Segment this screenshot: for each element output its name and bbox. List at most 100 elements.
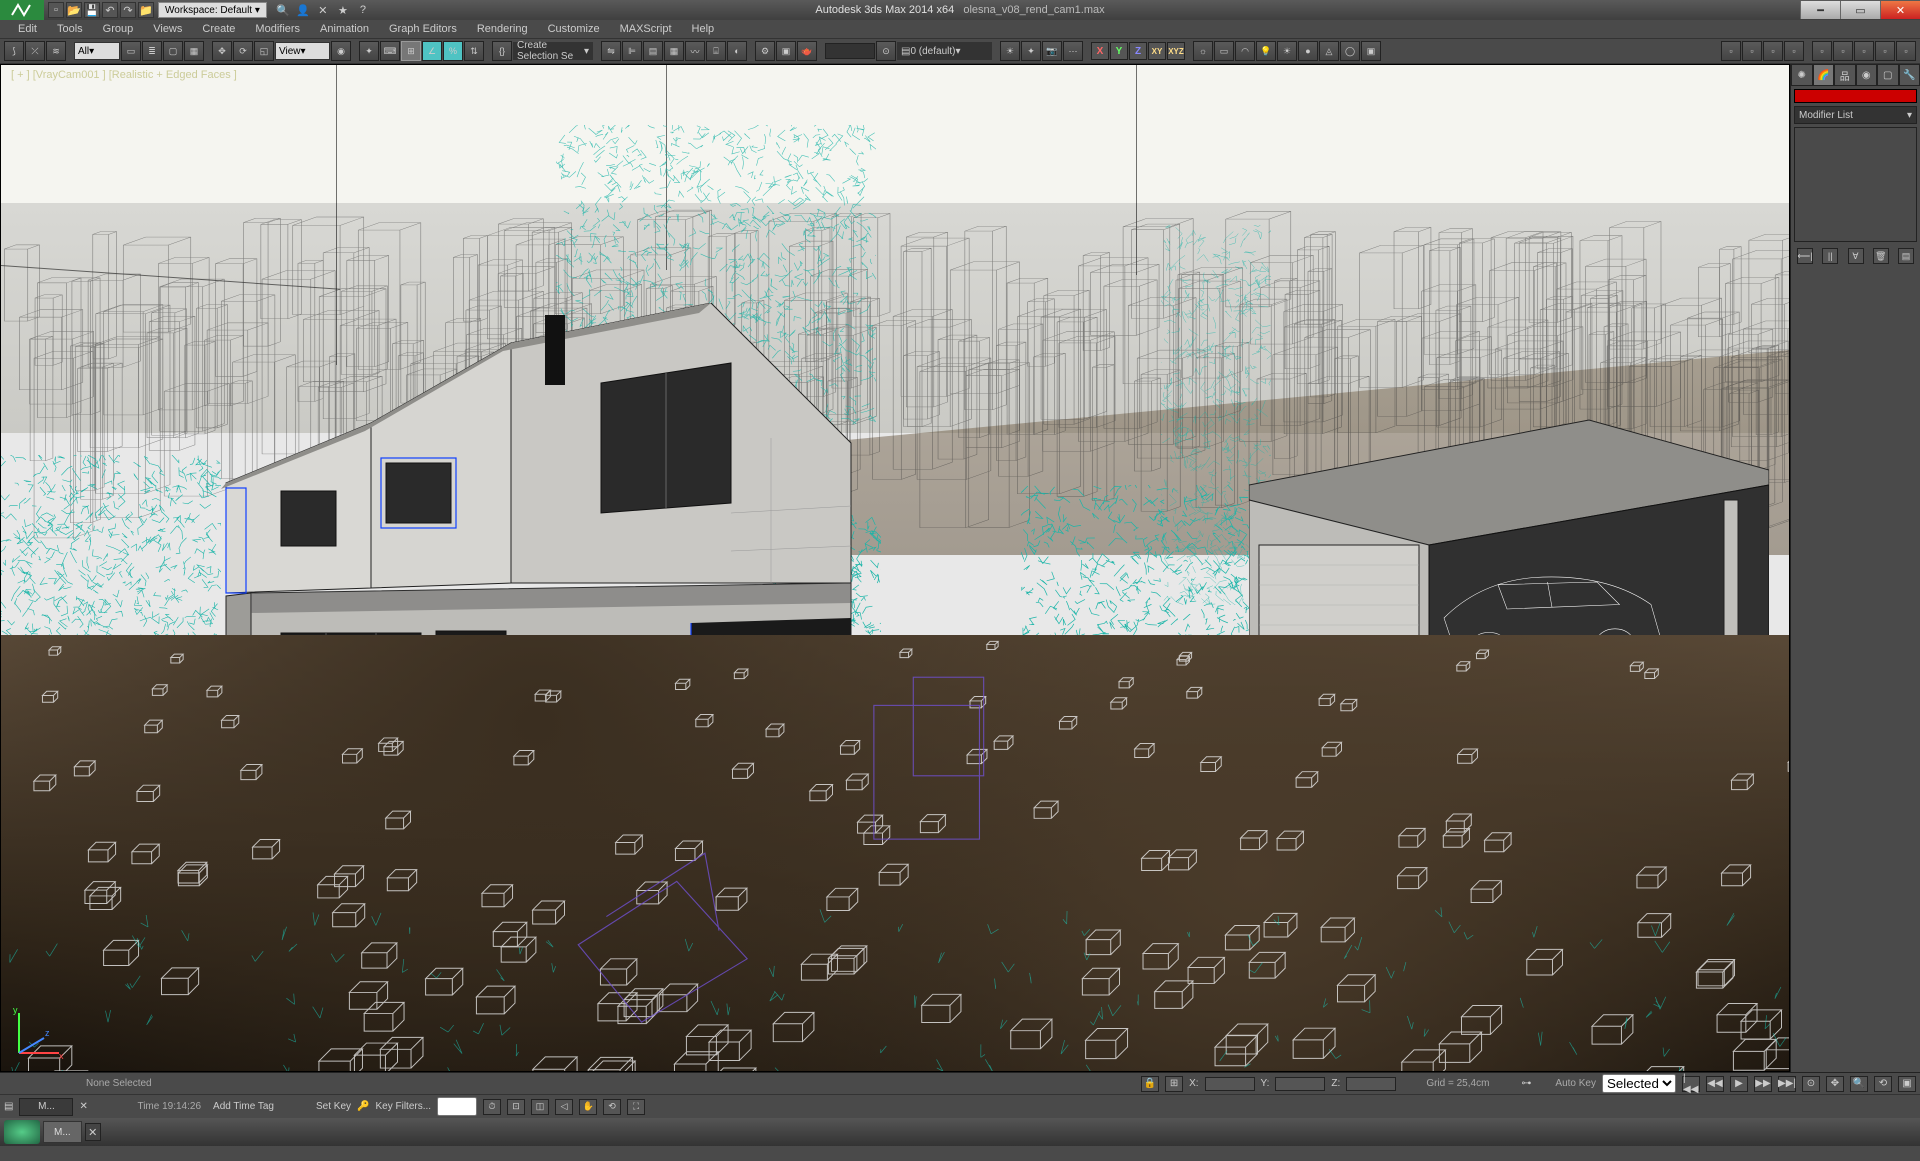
autokey-label[interactable]: Auto Key xyxy=(1555,1078,1596,1089)
vray-light-icon[interactable]: ☼ xyxy=(1193,41,1213,61)
edit-named-sel-icon[interactable]: {} xyxy=(492,41,512,61)
workspace-selector[interactable]: Workspace: Default ▾ xyxy=(158,2,267,18)
modify-tab-icon[interactable]: 🌈 xyxy=(1813,64,1835,86)
extra-4-icon[interactable]: ▫ xyxy=(1784,41,1804,61)
display-tab-icon[interactable]: ▢ xyxy=(1877,64,1899,86)
snapshot-icon[interactable]: 📷 xyxy=(1042,41,1062,61)
close-button[interactable]: ✕ xyxy=(1880,1,1920,19)
axis-xyz-button[interactable]: XYZ xyxy=(1167,42,1185,60)
extra-5-icon[interactable]: ▫ xyxy=(1812,41,1832,61)
nav-zoom-icon[interactable]: 🔍 xyxy=(1850,1076,1868,1092)
key-mode-select[interactable]: Selected xyxy=(1602,1074,1676,1093)
layer-combo[interactable]: ▤ 0 (default) ▾ xyxy=(897,42,992,60)
taskbar-close-icon[interactable]: ✕ xyxy=(85,1123,101,1141)
zoom-all-icon[interactable]: ◫ xyxy=(531,1099,549,1115)
configure-sets-icon[interactable]: ▤ xyxy=(1898,248,1914,264)
script-listener-tab[interactable]: M... xyxy=(19,1098,73,1116)
remove-modifier-icon[interactable]: 🗑 xyxy=(1873,248,1889,264)
taskbar-3dsmax[interactable]: M... xyxy=(43,1121,82,1143)
vray-sun-icon[interactable]: ☀ xyxy=(1277,41,1297,61)
unlink-icon[interactable]: ⤫ xyxy=(25,41,45,61)
window-crossing-icon[interactable]: ▦ xyxy=(184,41,204,61)
menu-customize[interactable]: Customize xyxy=(538,21,610,37)
project-folder-icon[interactable]: 📁 xyxy=(138,2,154,18)
spacing-tool-icon[interactable]: ⋯ xyxy=(1063,41,1083,61)
use-pivot-icon[interactable]: ◉ xyxy=(331,41,351,61)
menu-maxscript[interactable]: MAXScript xyxy=(610,21,682,37)
utilities-tab-icon[interactable]: 🔧 xyxy=(1899,64,1920,86)
curve-editor-icon[interactable]: 〰 xyxy=(685,41,705,61)
keyboard-shortcut-icon[interactable]: ⌨ xyxy=(380,41,400,61)
rendered-frame-icon[interactable]: ▣ xyxy=(776,41,796,61)
vray-mesh-icon[interactable]: ◬ xyxy=(1319,41,1339,61)
help-icon[interactable]: ? xyxy=(355,2,371,18)
show-end-result-icon[interactable]: || xyxy=(1822,248,1838,264)
menu-animation[interactable]: Animation xyxy=(310,21,379,37)
create-tab-icon[interactable]: ✺ xyxy=(1791,64,1813,86)
goto-start-icon[interactable]: |◀◀ xyxy=(1682,1076,1700,1092)
select-by-name-icon[interactable]: ≣ xyxy=(142,41,162,61)
motion-tab-icon[interactable]: ◉ xyxy=(1856,64,1878,86)
undo-icon[interactable]: ↶ xyxy=(102,2,118,18)
vray-sphere-icon[interactable]: ● xyxy=(1298,41,1318,61)
refcoord-combo[interactable]: View ▾ xyxy=(275,42,330,60)
render-setup-icon[interactable]: ⚙ xyxy=(755,41,775,61)
vray-proxy-icon[interactable]: ▣ xyxy=(1361,41,1381,61)
next-frame-icon[interactable]: ▶▶ xyxy=(1754,1076,1772,1092)
vray-ambient-icon[interactable]: ◯ xyxy=(1340,41,1360,61)
app-menu-button[interactable] xyxy=(0,0,44,20)
axis-y-button[interactable]: Y xyxy=(1110,42,1128,60)
search-icon[interactable]: 🔍 xyxy=(275,2,291,18)
extra-8-icon[interactable]: ▫ xyxy=(1875,41,1895,61)
menu-tools[interactable]: Tools xyxy=(47,21,93,37)
object-color-swatch[interactable] xyxy=(1794,89,1917,103)
rectangular-region-icon[interactable]: ▢ xyxy=(163,41,183,61)
viewport-label[interactable]: [ + ] [VrayCam001 ] [Realistic + Edged F… xyxy=(11,69,237,81)
axis-xy-button[interactable]: XY xyxy=(1148,42,1166,60)
extra-6-icon[interactable]: ▫ xyxy=(1833,41,1853,61)
nav-pan-icon[interactable]: ✥ xyxy=(1826,1076,1844,1092)
comm-center-icon[interactable]: ⊶ xyxy=(1521,1078,1531,1089)
save-file-icon[interactable]: 💾 xyxy=(84,2,100,18)
menu-create[interactable]: Create xyxy=(192,21,245,37)
favorites-icon[interactable]: ★ xyxy=(335,2,351,18)
signin-icon[interactable]: 👤 xyxy=(295,2,311,18)
select-move-icon[interactable]: ✥ xyxy=(212,41,232,61)
bind-spacewarp-icon[interactable]: ≋ xyxy=(46,41,66,61)
select-link-icon[interactable]: ⟆ xyxy=(4,41,24,61)
selection-filter-combo[interactable]: All ▾ xyxy=(74,42,120,60)
vray-ies-icon[interactable]: 💡 xyxy=(1256,41,1276,61)
current-frame-input[interactable] xyxy=(437,1097,477,1116)
extra-7-icon[interactable]: ▫ xyxy=(1854,41,1874,61)
select-rotate-icon[interactable]: ⟳ xyxy=(233,41,253,61)
menu-rendering[interactable]: Rendering xyxy=(467,21,538,37)
make-unique-icon[interactable]: ∀ xyxy=(1848,248,1864,264)
z-coord-input[interactable] xyxy=(1346,1077,1396,1091)
modifier-stack[interactable] xyxy=(1794,127,1917,242)
minimize-button[interactable]: ━ xyxy=(1800,1,1840,19)
menu-views[interactable]: Views xyxy=(143,21,192,37)
select-object-icon[interactable]: ▭ xyxy=(121,41,141,61)
close-listener-icon[interactable]: ✕ xyxy=(79,1101,95,1112)
snaps-toggle-icon[interactable]: ⊞ xyxy=(401,41,421,61)
arc-rotate-icon[interactable]: ⟲ xyxy=(603,1099,621,1115)
modifier-list-dropdown[interactable]: Modifier List▾ xyxy=(1794,106,1917,124)
play-icon[interactable]: ▶ xyxy=(1730,1076,1748,1092)
hierarchy-tab-icon[interactable]: 品 xyxy=(1834,64,1856,86)
menu-modifiers[interactable]: Modifiers xyxy=(245,21,310,37)
menu-grapheditors[interactable]: Graph Editors xyxy=(379,21,467,37)
exchange-icon[interactable]: ✕ xyxy=(315,2,331,18)
extra-9-icon[interactable]: ▫ xyxy=(1896,41,1916,61)
new-file-icon[interactable]: ▫ xyxy=(48,2,64,18)
graphite-ribbon-icon[interactable]: ▦ xyxy=(664,41,684,61)
axis-z-button[interactable]: Z xyxy=(1129,42,1147,60)
layer-manager-icon[interactable]: ▤ xyxy=(643,41,663,61)
mirror-icon[interactable]: ⇋ xyxy=(601,41,621,61)
material-editor-icon[interactable]: ◐ xyxy=(727,41,747,61)
menu-edit[interactable]: Edit xyxy=(8,21,47,37)
pin-stack-icon[interactable]: ⟵| xyxy=(1797,248,1813,264)
align-icon[interactable]: ⊫ xyxy=(622,41,642,61)
min-max-toggle-icon[interactable]: ⛶ xyxy=(627,1099,645,1115)
timetag-label[interactable]: Add Time Tag xyxy=(213,1101,274,1112)
frame-spinner[interactable] xyxy=(825,43,875,59)
